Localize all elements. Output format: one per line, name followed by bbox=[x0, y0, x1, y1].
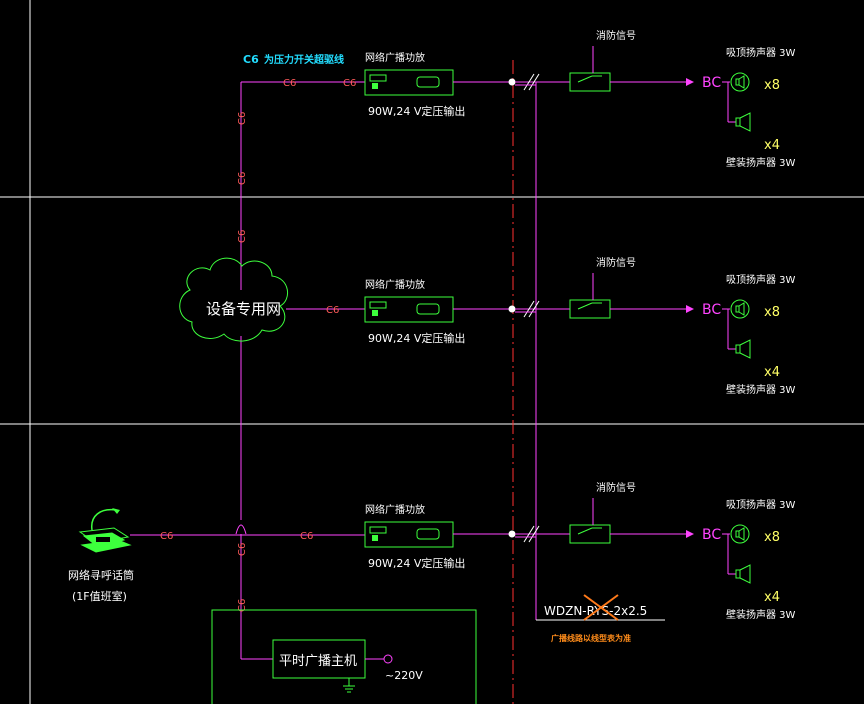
speaker-cone bbox=[738, 527, 745, 541]
amplifier-knob bbox=[372, 535, 378, 541]
c6-label: C6 bbox=[326, 305, 339, 316]
paging-microphone: 网络寻呼话筒 (1F值班室) bbox=[68, 508, 134, 603]
amplifier-spec: 90W,24 V定压输出 bbox=[368, 556, 465, 570]
junction-dot bbox=[508, 78, 516, 86]
cloud-label: 设备专用网 bbox=[206, 300, 281, 318]
wall-speaker-count: x4 bbox=[764, 590, 780, 605]
amplifier-icon bbox=[364, 69, 454, 96]
amplifier-icon bbox=[364, 296, 454, 323]
ceiling-speaker-label: 吸顶扬声器 3W bbox=[726, 46, 796, 59]
wall-speaker-count: x4 bbox=[764, 365, 780, 380]
ground-icon bbox=[343, 678, 355, 693]
speaker-cone bbox=[738, 302, 745, 316]
fire-signal-label: 消防信号 bbox=[596, 481, 636, 494]
amplifier-knob bbox=[372, 83, 378, 89]
wall-speaker-label: 壁装扬声器 3W bbox=[726, 383, 796, 396]
c6-label: C6 bbox=[283, 78, 296, 89]
arrow-icon bbox=[686, 530, 694, 538]
c6-label: C6 bbox=[300, 531, 313, 542]
fire-relay-icon bbox=[569, 299, 611, 319]
arrow-icon bbox=[686, 78, 694, 86]
c6-label: C6 bbox=[237, 230, 248, 243]
host-name: 平时广播主机 bbox=[279, 654, 357, 669]
wall-speaker-label: 壁装扬声器 3W bbox=[726, 156, 796, 169]
relay-contact bbox=[577, 527, 593, 535]
amplifier-name: 网络广播功放 bbox=[365, 51, 425, 64]
paging-mic-name: 网络寻呼话筒 bbox=[68, 568, 134, 582]
host-power: ~220V bbox=[385, 669, 423, 682]
amplifier-panel bbox=[416, 528, 440, 540]
wall-speaker-icon bbox=[735, 344, 741, 354]
wall-speaker-icon bbox=[739, 112, 751, 132]
c6-label: C6 bbox=[237, 543, 248, 556]
ceiling-speaker-label: 吸顶扬声器 3W bbox=[726, 273, 796, 286]
floor-branch: 网络广播功放 90W,24 V定压输出 消防信号 BC x8 吸顶扬声器 3W x4 壁装扬声… bbox=[364, 29, 796, 169]
ceiling-speaker-count: x8 bbox=[764, 305, 780, 320]
amplifier-spec: 90W,24 V定压输出 bbox=[368, 104, 465, 118]
arrow-icon bbox=[686, 305, 694, 313]
cable-note: 广播线路以线型表为准 bbox=[551, 633, 631, 643]
junction-dot bbox=[508, 530, 516, 538]
broadcast-system-diagram: C6 为压力开关超驱线 C6 C6 C6 C6 C6 C6 C6 C6 C6 C… bbox=[0, 0, 864, 704]
amplifier-spec: 90W,24 V定压输出 bbox=[368, 331, 465, 345]
relay-contact bbox=[577, 75, 593, 83]
wall-speaker-icon bbox=[735, 569, 741, 579]
ceiling-speaker-icon bbox=[730, 524, 750, 544]
ceiling-speaker-icon bbox=[730, 72, 750, 92]
floor-branch: 网络广播功放 90W,24 V定压输出 消防信号 BC x8 吸顶扬声器 3W x4 壁装扬声… bbox=[364, 256, 796, 396]
c6-label: C6 bbox=[237, 172, 248, 185]
ceiling-speaker-count: x8 bbox=[764, 78, 780, 93]
cable-spec-block: WDZN-RYS-2x2.5 广播线路以线型表为准 bbox=[535, 82, 665, 643]
wall-speaker-label: 壁装扬声器 3W bbox=[726, 608, 796, 621]
amplifier-name: 网络广播功放 bbox=[365, 278, 425, 291]
wall-speaker-count: x4 bbox=[764, 138, 780, 153]
speaker-cone bbox=[735, 530, 740, 538]
amplifier-name: 网络广播功放 bbox=[365, 503, 425, 516]
wall-speaker-icon bbox=[735, 117, 741, 127]
floor-branch: 网络广播功放 90W,24 V定压输出 消防信号 BC x8 吸顶扬声器 3W x4 壁装扬声… bbox=[364, 481, 796, 621]
ceiling-speaker-label: 吸顶扬声器 3W bbox=[726, 498, 796, 511]
speaker-cone bbox=[735, 78, 740, 86]
paging-mic-location: (1F值班室) bbox=[72, 589, 127, 603]
c6-trunk bbox=[130, 81, 365, 660]
bc-label: BC bbox=[702, 302, 721, 318]
fire-signal-label: 消防信号 bbox=[596, 29, 636, 42]
fire-relay-icon bbox=[569, 72, 611, 92]
ceiling-speaker-icon bbox=[730, 299, 750, 319]
amplifier-display bbox=[369, 301, 387, 309]
fire-relay-icon bbox=[569, 524, 611, 544]
wall-speaker-icon bbox=[739, 564, 751, 584]
top-note-text: 为压力开关超驱线 bbox=[264, 53, 344, 66]
speaker-cone bbox=[735, 305, 740, 313]
speaker-cone bbox=[738, 75, 745, 89]
amplifier-panel bbox=[416, 303, 440, 315]
c6-label: C6 bbox=[237, 112, 248, 125]
bc-label: BC bbox=[702, 527, 721, 543]
wall-speaker-icon bbox=[739, 339, 751, 359]
amplifier-panel bbox=[416, 76, 440, 88]
c6-label: C6 bbox=[343, 78, 356, 89]
c6-labels: C6 C6 C6 C6 C6 C6 C6 C6 C6 C6 bbox=[160, 78, 356, 612]
broadcast-host: 平时广播主机 ~220V bbox=[211, 609, 477, 704]
fire-signal-label: 消防信号 bbox=[596, 256, 636, 269]
c6-label: C6 bbox=[160, 531, 173, 542]
amplifier-icon bbox=[364, 521, 454, 548]
top-note-code: C6 bbox=[243, 53, 259, 66]
relay-contact bbox=[577, 302, 593, 310]
amplifier-knob bbox=[372, 310, 378, 316]
ceiling-speaker-count: x8 bbox=[764, 530, 780, 545]
amplifier-display bbox=[369, 526, 387, 534]
junction-dot bbox=[508, 305, 516, 313]
amplifier-display bbox=[369, 74, 387, 82]
top-note: C6 为压力开关超驱线 bbox=[243, 53, 344, 66]
network-cloud: 设备专用网 bbox=[179, 257, 288, 342]
bc-label: BC bbox=[702, 75, 721, 91]
